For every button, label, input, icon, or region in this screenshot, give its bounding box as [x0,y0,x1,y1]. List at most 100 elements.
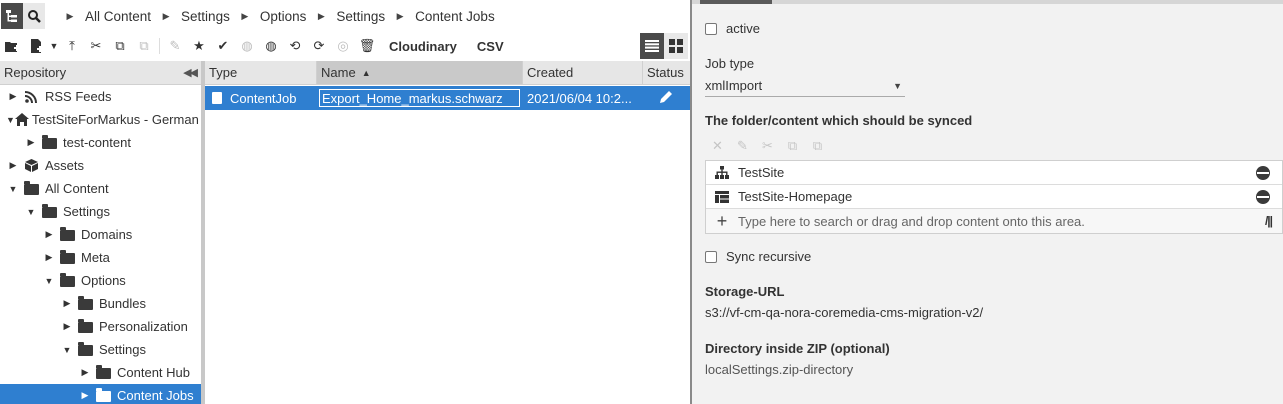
tree-item[interactable]: ▶ Bundles [0,292,201,315]
paste-icon[interactable]: ⧉ [805,138,830,154]
tree-item[interactable]: ▼ All Content [0,177,201,200]
folder-icon [56,227,78,241]
chevron-right-icon[interactable]: ▶ [78,390,92,401]
link-search-field[interactable]: + Type here to search or drag and drop c… [706,209,1282,233]
library-icon[interactable]: /|| [1265,214,1273,228]
revert-icon[interactable]: ⟲ [283,34,307,58]
chevron-right-icon[interactable]: ▶ [24,137,38,148]
tree-view-icon[interactable] [1,3,23,29]
breadcrumb-item[interactable]: Settings [336,9,385,24]
tree-item[interactable]: ▶ Assets [0,154,201,177]
upload-icon[interactable]: ⤒ [60,34,84,58]
sync-recursive-checkbox[interactable] [705,250,717,263]
tab-strip [692,0,1283,4]
list-view-icon[interactable] [640,33,664,59]
active-label: active [726,21,760,36]
pane-splitter[interactable] [201,61,205,404]
chevron-down-icon[interactable]: ▼ [60,345,74,355]
folder-icon [74,342,96,356]
tree-item[interactable]: ▶ Content Hub [0,361,201,384]
bookmark-icon[interactable]: ★ [187,34,211,58]
edit-icon[interactable]: ✎ [730,138,755,154]
unpublish-icon[interactable]: ◎ [331,34,355,58]
new-content-icon[interactable] [24,34,48,58]
edit-icon[interactable]: ✎ [163,34,187,58]
publish-icon[interactable]: ◍ [235,34,259,58]
copy-icon[interactable]: ⧉ [108,34,132,58]
folder-icon [56,273,78,287]
approve-icon[interactable]: ✔ [211,34,235,58]
chevron-right-icon[interactable]: ▶ [78,367,92,378]
tree-item-label: test-content [63,135,131,150]
column-header-status[interactable]: Status [643,61,690,84]
search-icon[interactable] [23,3,45,29]
list-item[interactable]: TestSite [706,161,1282,185]
list-item[interactable]: TestSite-Homepage [706,185,1282,209]
table-row[interactable]: ContentJob Export_Home_markus.schwarz 20… [205,86,690,110]
column-header-name[interactable]: Name ▲ [317,61,523,84]
breadcrumb-item[interactable]: All Content [85,9,151,24]
csv-button[interactable]: CSV [467,39,514,54]
plus-icon[interactable]: + [706,211,738,232]
breadcrumb-item[interactable]: Content Jobs [415,9,495,24]
cut-icon[interactable]: ✂ [755,138,780,154]
cloudinary-button[interactable]: Cloudinary [379,39,467,54]
folder-icon [56,250,78,264]
library-toolbar: ▼ ⤒ ✂ ⧉ ⧉ ✎ ★ ✔ ◍ ◍ ⟲ ⟳ ◎ 🗑 Cloudinary C… [0,32,690,60]
chevron-down-icon[interactable]: ▼ [48,41,60,51]
new-folder-icon[interactable] [0,34,24,58]
chevron-down-icon[interactable]: ▼ [24,207,38,217]
job-type-select[interactable]: xmlImport ▼ [705,75,905,97]
chevron-right-icon[interactable]: ▶ [60,298,74,309]
chevron-right-icon: ▶ [396,10,404,21]
column-header-created[interactable]: Created [523,61,643,84]
tree-item[interactable]: ▼ Settings [0,200,201,223]
chevron-down-icon[interactable]: ▼ [42,276,56,286]
chevron-right-icon[interactable]: ▶ [6,160,20,171]
cell-type: ContentJob [205,86,317,110]
withdraw-icon[interactable]: ◍ [259,34,283,58]
tree-item[interactable]: ▶ Personalization [0,315,201,338]
tree-item[interactable]: ▼ Options [0,269,201,292]
tree-item[interactable]: ▼ Settings [0,338,201,361]
chevron-right-icon[interactable]: ▶ [60,321,74,332]
collapse-left-icon[interactable]: ◀◀ [183,66,198,79]
tree-item-selected[interactable]: ▶ Content Jobs [0,384,201,404]
sync-icon[interactable]: ⟳ [307,34,331,58]
zip-directory-field[interactable]: localSettings.zip-directory [705,362,853,377]
breadcrumb-item[interactable]: Options [260,9,307,24]
chevron-right-icon[interactable]: ▶ [42,229,56,240]
chevron-down-icon[interactable]: ▼ [6,184,20,194]
name-edit-field[interactable]: Export_Home_markus.schwarz [319,89,520,107]
sync-recursive-row[interactable]: Sync recursive [705,249,811,264]
chevron-down-icon[interactable]: ▼ [6,115,15,125]
tree-item[interactable]: ▶ Domains [0,223,201,246]
folder-icon [38,204,60,218]
remove-icon[interactable]: ✕ [705,138,730,154]
link-list-toolbar: ✕ ✎ ✂ ⧉ ⧉ [705,134,1283,158]
storage-url-field[interactable]: s3://vf-cm-qa-nora-coremedia-cms-migrati… [705,305,983,320]
thumbnail-view-icon[interactable] [664,33,688,59]
tree-item[interactable]: ▶ RSS Feeds [0,85,201,108]
delete-icon[interactable]: 🗑 [355,34,379,58]
active-checkbox[interactable] [705,22,717,35]
library-pane: ▶ All Content ▶ Settings ▶ Options ▶ Set… [0,0,690,404]
chevron-right-icon[interactable]: ▶ [42,252,56,263]
copy-icon[interactable]: ⧉ [780,138,805,154]
tree-item-label: Options [81,273,126,288]
paste-icon[interactable]: ⧉ [132,34,156,58]
tree-item[interactable]: ▶ Meta [0,246,201,269]
home-icon [14,113,29,126]
job-type-label: Job type [705,56,755,71]
linked-item-label: TestSite-Homepage [738,189,853,204]
tree-item[interactable]: ▶ test-content [0,131,201,154]
breadcrumb-item[interactable]: Settings [181,9,230,24]
tree-item[interactable]: ▼ TestSiteForMarkus - German (Germany) [0,108,201,131]
column-header-type[interactable]: Type [205,61,317,84]
active-checkbox-row[interactable]: active [705,21,760,36]
chevron-right-icon[interactable]: ▶ [6,91,20,102]
cut-icon[interactable]: ✂ [84,34,108,58]
sort-ascending-icon: ▲ [361,67,371,78]
tree-item-label: Settings [99,342,146,357]
cell-created: 2021/06/04 10:2... [527,90,632,106]
